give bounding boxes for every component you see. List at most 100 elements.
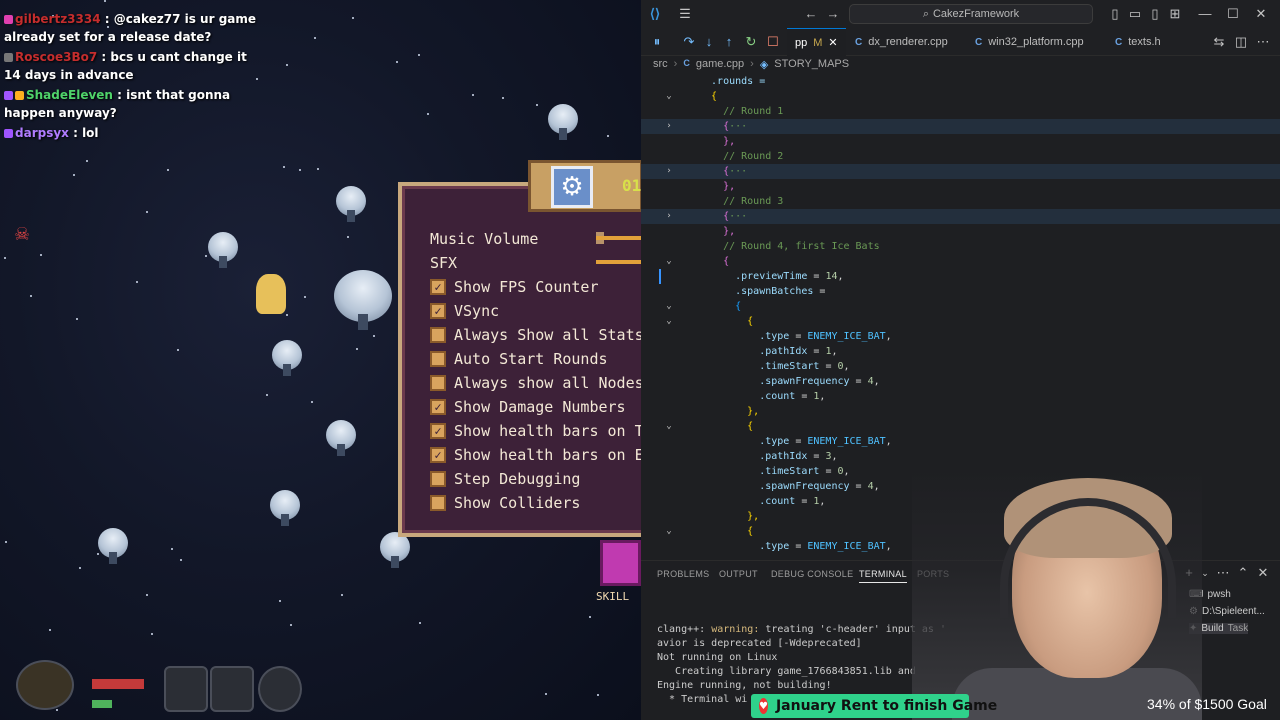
skill-book-icon[interactable] (600, 540, 641, 586)
sfx-row[interactable]: SFX (430, 252, 457, 274)
back-arrow-icon[interactable]: ← (803, 6, 819, 22)
tab-game-cpp[interactable]: pp M ✕ (787, 28, 846, 56)
checkbox-checked-icon[interactable]: ✓ (430, 447, 446, 463)
layout-icon[interactable]: ⊞ (1167, 6, 1183, 22)
code-line[interactable]: .rounds = (641, 74, 1280, 89)
sfx-slider[interactable] (596, 260, 641, 264)
fold-collapsed-icon[interactable]: › (663, 209, 675, 224)
toggle-secondary-sidebar-icon[interactable]: ▯ (1147, 6, 1163, 22)
breadcrumb-symbol[interactable]: STORY_MAPS (774, 58, 849, 72)
code-line[interactable]: .timeStart = 0, (641, 359, 1280, 374)
forward-arrow-icon[interactable]: → (825, 6, 841, 22)
checkbox-checked-icon[interactable]: ✓ (430, 423, 446, 439)
code-line[interactable]: // Round 3 (641, 194, 1280, 209)
close-window-icon[interactable]: ✕ (1253, 6, 1269, 22)
fold-collapsed-icon[interactable]: › (663, 164, 675, 179)
code-line[interactable]: › {··· (641, 209, 1280, 224)
code-line[interactable]: .type = ENEMY_ICE_BAT, (641, 329, 1280, 344)
checkbox-unchecked-icon[interactable] (430, 351, 446, 367)
checkbox-unchecked-icon[interactable] (430, 327, 446, 343)
code-line[interactable]: ⌄ { (641, 299, 1280, 314)
ability-slot-3[interactable] (258, 666, 302, 712)
code-line[interactable]: ⌄ { (641, 314, 1280, 329)
code-line[interactable]: .type = ENEMY_ICE_BAT, (641, 434, 1280, 449)
breadcrumb-folder[interactable]: src (653, 58, 668, 72)
stop-icon[interactable]: ☐ (765, 34, 781, 50)
settings-option[interactable]: Auto Start Rounds (430, 348, 608, 370)
game-window[interactable]: ☠ gilbertz3334 : @cakez77 is ur game alr… (0, 0, 641, 720)
tab-dx-renderer[interactable]: C dx_renderer.cpp (847, 28, 956, 56)
settings-option[interactable]: Always show all Nodes in t (430, 372, 641, 394)
step-into-icon[interactable]: ↓ (701, 34, 717, 50)
music-volume-slider[interactable] (596, 236, 641, 240)
close-tab-icon[interactable]: ✕ (828, 36, 837, 49)
code-line[interactable]: }, (641, 404, 1280, 419)
ability-slot-1[interactable] (164, 666, 208, 712)
pause-icon[interactable]: ⏸ (649, 34, 665, 50)
fold-expanded-icon[interactable]: ⌄ (663, 299, 675, 314)
code-line[interactable]: // Round 1 (641, 104, 1280, 119)
code-line[interactable]: .count = 1, (641, 389, 1280, 404)
code-line[interactable]: }, (641, 224, 1280, 239)
code-line[interactable]: }, (641, 179, 1280, 194)
panel-tab-terminal[interactable]: TERMINAL (859, 569, 907, 583)
checkbox-unchecked-icon[interactable] (430, 471, 446, 487)
checkbox-checked-icon[interactable]: ✓ (430, 399, 446, 415)
settings-option[interactable]: ✓ Show FPS Counter (430, 276, 599, 298)
code-line[interactable]: ⌄ { (641, 419, 1280, 434)
more-actions-icon[interactable]: ⋯ (1215, 565, 1231, 581)
command-center-search[interactable]: ⌕ CakezFramework (849, 4, 1093, 24)
code-line[interactable]: › {··· (641, 164, 1280, 179)
tab-win32-platform[interactable]: C win32_platform.cpp (967, 28, 1092, 56)
toggle-sidebar-icon[interactable]: ▯ (1107, 6, 1123, 22)
close-panel-icon[interactable]: ✕ (1255, 565, 1271, 581)
restart-icon[interactable]: ↻ (743, 34, 759, 50)
maximize-panel-icon[interactable]: ⌃ (1235, 565, 1251, 581)
settings-option[interactable]: Always Show all Stats, eve (430, 324, 641, 346)
toggle-panel-icon[interactable]: ▭ (1127, 6, 1143, 22)
settings-option[interactable]: Step Debugging (430, 468, 580, 490)
maximize-icon[interactable]: ☐ (1225, 6, 1241, 22)
code-line[interactable]: }, (641, 134, 1280, 149)
checkbox-unchecked-icon[interactable] (430, 495, 446, 511)
ability-slot-2[interactable] (210, 666, 254, 712)
panel-tab-output[interactable]: OUTPUT (719, 569, 758, 579)
fold-expanded-icon[interactable]: ⌄ (663, 314, 675, 329)
step-over-icon[interactable]: ↷ (681, 34, 697, 50)
settings-option[interactable]: ✓ VSync (430, 300, 499, 322)
menu-icon[interactable]: ☰ (677, 6, 693, 22)
code-line[interactable]: › {··· (641, 119, 1280, 134)
code-line[interactable]: ⌄ { (641, 254, 1280, 269)
panel-tab-problems[interactable]: PROBLEMS (657, 569, 709, 579)
gear-icon[interactable]: ⚙ (551, 166, 593, 208)
fold-collapsed-icon[interactable]: › (663, 119, 675, 134)
code-line[interactable]: .spawnBatches = (641, 284, 1280, 299)
more-actions-icon[interactable]: ⋯ (1255, 34, 1271, 50)
step-out-icon[interactable]: ↑ (721, 34, 737, 50)
fold-expanded-icon[interactable]: ⌄ (663, 254, 675, 269)
code-line[interactable]: .pathIdx = 3, (641, 449, 1280, 464)
code-line[interactable]: ⌄ { (641, 89, 1280, 104)
checkbox-unchecked-icon[interactable] (430, 375, 446, 391)
fold-expanded-icon[interactable]: ⌄ (663, 524, 675, 539)
settings-option[interactable]: ✓ Show Damage Numbers (430, 396, 626, 418)
code-line[interactable]: .pathIdx = 1, (641, 344, 1280, 359)
checkbox-checked-icon[interactable]: ✓ (430, 303, 446, 319)
settings-option[interactable]: ✓ Show health bars on Tangy (430, 420, 641, 442)
code-line[interactable]: .spawnFrequency = 4, (641, 374, 1280, 389)
checkbox-checked-icon[interactable]: ✓ (430, 279, 446, 295)
panel-tab-debug-console[interactable]: DEBUG CONSOLE (771, 569, 853, 579)
fold-expanded-icon[interactable]: ⌄ (663, 419, 675, 434)
code-line[interactable]: // Round 4, first Ice Bats (641, 239, 1280, 254)
compare-icon[interactable]: ⇆ (1211, 34, 1227, 50)
code-line[interactable]: .previewTime = 14, (641, 269, 1280, 284)
settings-option[interactable]: Show Colliders (430, 492, 580, 514)
music-volume-row[interactable]: Music Volume (430, 228, 538, 250)
minimize-icon[interactable]: — (1197, 6, 1213, 22)
code-line[interactable]: // Round 2 (641, 149, 1280, 164)
settings-option[interactable]: ✓ Show health bars on Enemi (430, 444, 641, 466)
split-editor-icon[interactable]: ◫ (1233, 34, 1249, 50)
fold-expanded-icon[interactable]: ⌄ (663, 89, 675, 104)
tab-texts-h[interactable]: C texts.h (1107, 28, 1169, 56)
breadcrumb-file[interactable]: game.cpp (696, 58, 744, 72)
